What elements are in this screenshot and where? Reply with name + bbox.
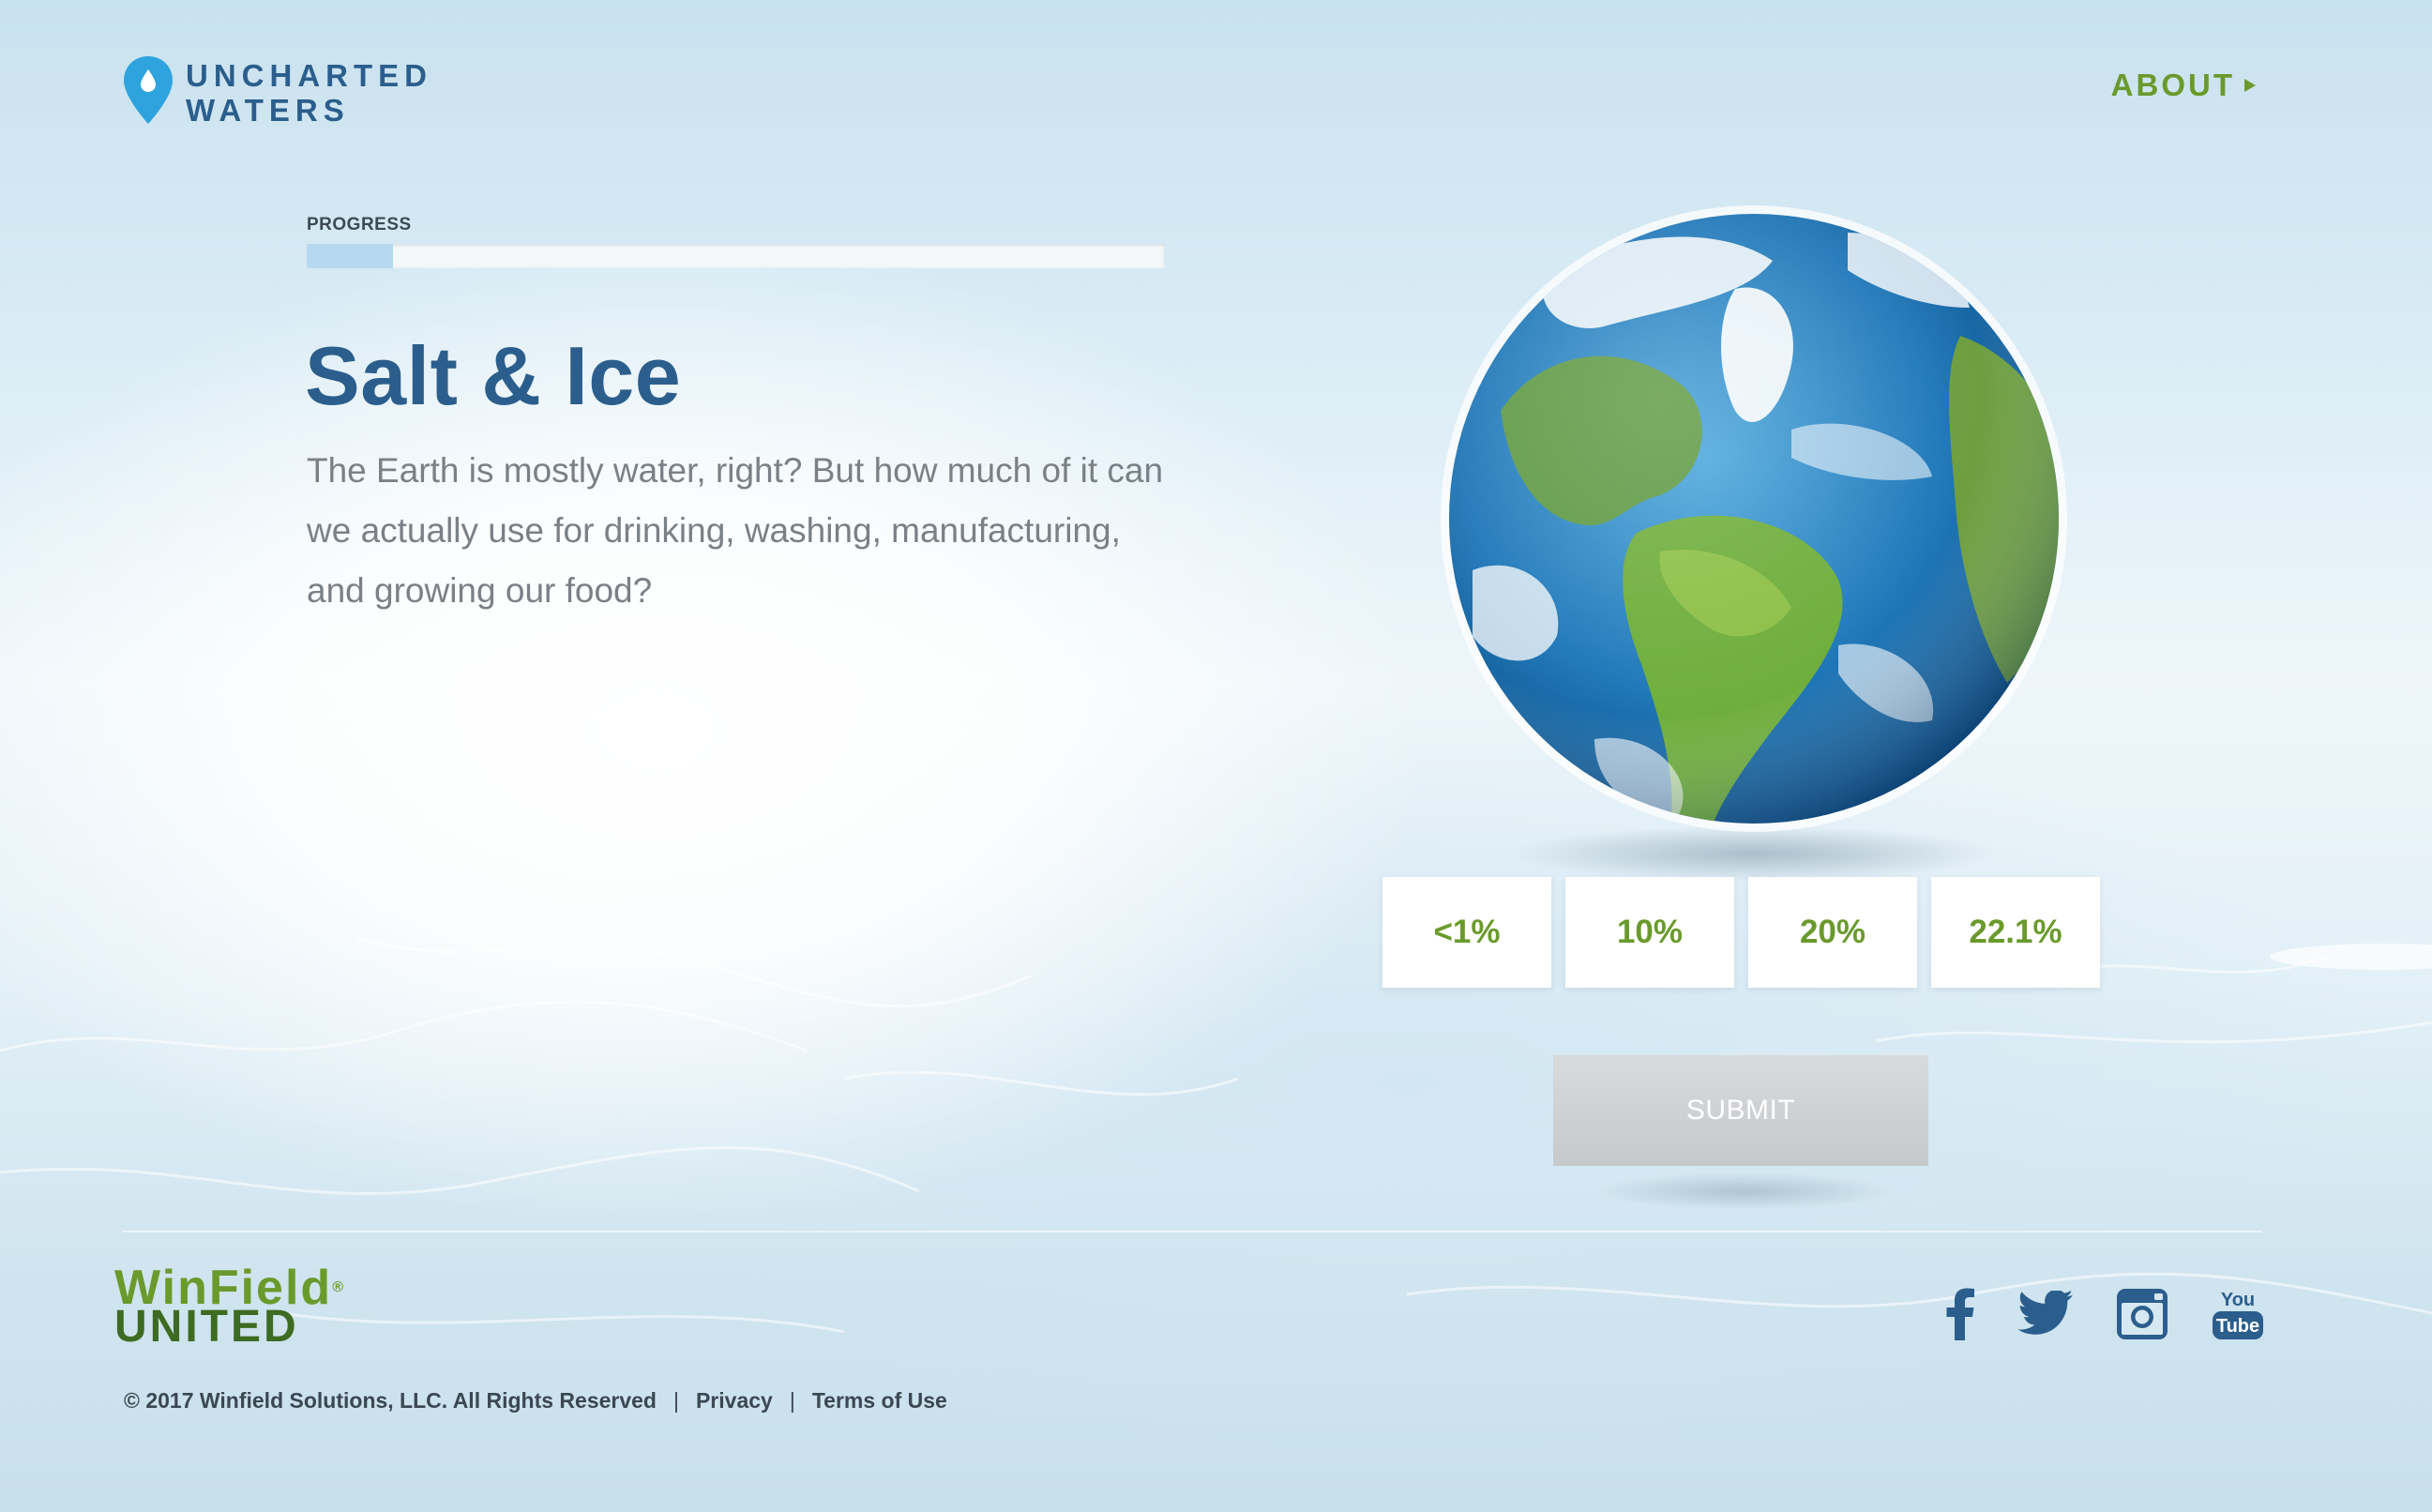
facebook-icon[interactable] <box>1944 1288 1976 1345</box>
privacy-link[interactable]: Privacy <box>696 1388 773 1414</box>
answer-option-1[interactable]: <1% <box>1382 877 1551 988</box>
answer-option-3[interactable]: 20% <box>1748 877 1917 988</box>
answer-option-2[interactable]: 10% <box>1565 877 1734 988</box>
answer-option-4[interactable]: 22.1% <box>1931 877 2100 988</box>
logo-line-1: UNCHARTED <box>186 58 432 93</box>
site-logo[interactable]: UNCHARTED WATERS <box>122 54 432 128</box>
youtube-icon-text-you: You <box>2221 1290 2255 1310</box>
about-label: ABOUT <box>2110 68 2235 102</box>
terms-link[interactable]: Terms of Use <box>812 1388 947 1414</box>
copyright-text: © 2017 Winfield Solutions, LLC. All Righ… <box>124 1388 657 1413</box>
arrow-right-icon <box>2244 79 2256 92</box>
earth-globe-image <box>1441 205 2067 832</box>
social-links: You Tube <box>1944 1287 2265 1346</box>
logo-wordmark: UNCHARTED WATERS <box>186 58 432 128</box>
instagram-icon[interactable] <box>2115 1287 2169 1346</box>
question-body: The Earth is mostly water, right? But ho… <box>307 451 1164 610</box>
pin-drop-icon <box>124 56 173 124</box>
youtube-icon[interactable]: You Tube <box>2211 1287 2265 1346</box>
question-title: Salt & Ice <box>305 329 682 422</box>
answer-options: <1% 10% 20% 22.1% <box>1382 877 2100 988</box>
submit-shadow <box>1594 1172 1895 1210</box>
submit-button[interactable]: SUBMIT <box>1553 1055 1928 1166</box>
twitter-icon[interactable] <box>2017 1290 2074 1342</box>
progress-fill <box>307 244 393 268</box>
registered-mark: ® <box>332 1279 345 1295</box>
legal-separator: | <box>672 1388 679 1413</box>
about-link[interactable]: ABOUT <box>2111 68 2256 103</box>
legal-separator: | <box>789 1388 795 1413</box>
progress-label: PROGRESS <box>307 215 412 234</box>
footer-divider <box>122 1231 2262 1232</box>
winfield-united-logo[interactable]: WinField® UNITED <box>114 1263 345 1350</box>
progress-bar <box>307 244 1165 268</box>
legal-links: © 2017 Winfield Solutions, LLC. All Righ… <box>124 1388 947 1414</box>
logo-line-2: WATERS <box>186 93 350 128</box>
youtube-icon-text-tube: Tube <box>2216 1316 2259 1337</box>
